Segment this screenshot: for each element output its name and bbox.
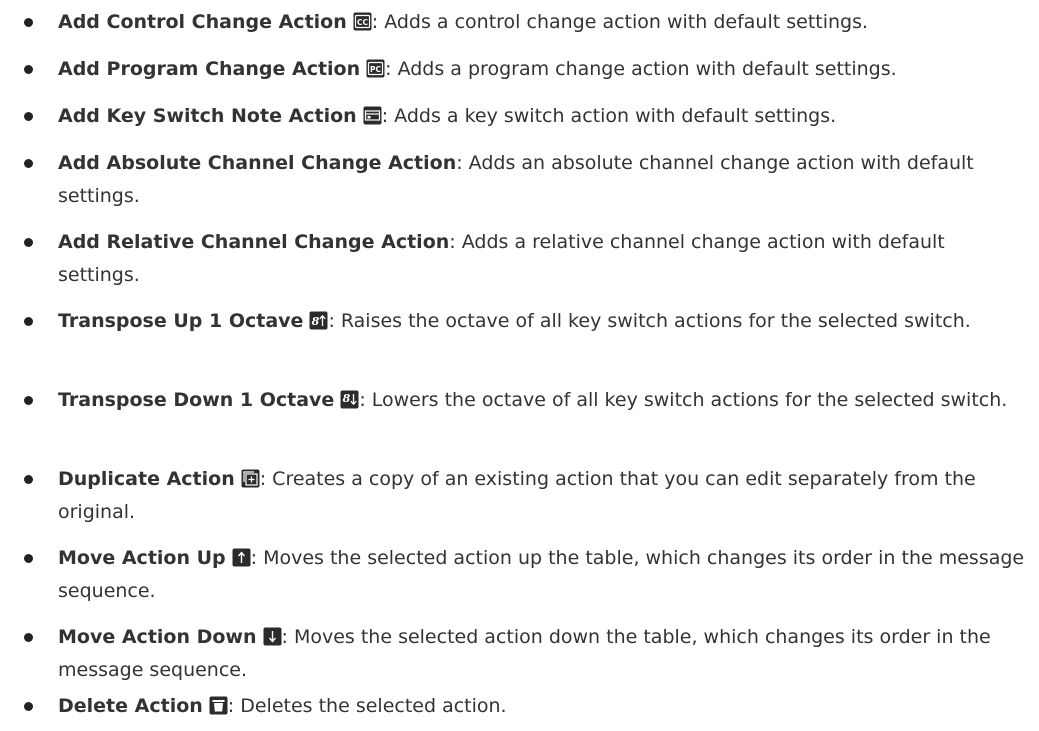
description: : Lowers the octave of all key switch ac… (359, 389, 1008, 411)
list-item-add-relative-channel-change: Add Relative Channel Change Action: Adds… (0, 226, 1039, 292)
bullet (24, 112, 33, 121)
list-item-delete-action: Delete Action : Deletes the selected act… (0, 690, 1039, 723)
term-label: Move Action Down (58, 626, 257, 648)
term-label: Duplicate Action (58, 468, 235, 490)
bullet (24, 238, 33, 247)
bullet (24, 633, 33, 642)
arrow-down-icon (263, 627, 282, 646)
description: : Raises the octave of all key switch ac… (328, 310, 971, 332)
term-label: Add Relative Channel Change Action (58, 231, 450, 253)
list-item-transpose-down: Transpose Down 1 Octave 8 : Lowers the o… (0, 384, 1039, 417)
description: : Adds a program change action with defa… (385, 58, 897, 80)
term-label: Move Action Up (58, 547, 226, 569)
bullet (24, 475, 33, 484)
duplicate-icon (241, 469, 260, 488)
document: Add Control Change Action CC : Adds a co… (0, 0, 1039, 731)
list-item-add-program-change: Add Program Change Action PC : Adds a pr… (0, 53, 1039, 86)
description: : Adds a key switch action with default … (381, 105, 837, 127)
list-item-move-action-up: Move Action Up : Moves the selected acti… (0, 542, 1039, 608)
list-item-add-absolute-channel-change: Add Absolute Channel Change Action: Adds… (0, 147, 1039, 213)
trash-icon (209, 696, 228, 715)
list-item-move-action-down: Move Action Down : Moves the selected ac… (0, 621, 1039, 687)
program-change-icon-label: PC (370, 65, 381, 74)
control-change-icon: CC (353, 12, 372, 31)
list-item-transpose-up: Transpose Up 1 Octave 8 : Raises the oct… (0, 305, 1039, 338)
description: : Adds a control change action with defa… (371, 11, 869, 33)
bullet (24, 554, 33, 563)
transpose-up-icon: 8 (309, 311, 328, 330)
list-item-duplicate-action: Duplicate Action : Creates a copy of an … (0, 463, 1039, 529)
term-label: Add Control Change Action (58, 11, 347, 33)
description: : Deletes the selected action. (227, 695, 507, 717)
program-change-icon: PC (366, 59, 385, 78)
term-label: Add Program Change Action (58, 58, 361, 80)
list-item-add-key-switch-note: Add Key Switch Note Action : Adds a key … (0, 100, 1039, 133)
term-label: Add Key Switch Note Action (58, 105, 357, 127)
term-label: Transpose Up 1 Octave (58, 310, 304, 332)
term-label: Add Absolute Channel Change Action (58, 152, 457, 174)
bullet (24, 702, 33, 711)
bullet (24, 18, 33, 27)
svg-text:8: 8 (312, 315, 320, 328)
term-label: Delete Action (58, 695, 203, 717)
key-switch-icon (363, 106, 382, 125)
arrow-up-icon (232, 548, 251, 567)
control-change-icon-label: CC (357, 18, 369, 27)
svg-text:8: 8 (343, 392, 351, 405)
bullet (24, 65, 33, 74)
bullet (24, 317, 33, 326)
bullet (24, 396, 33, 405)
transpose-down-icon: 8 (340, 390, 359, 409)
term-label: Transpose Down 1 Octave (58, 389, 335, 411)
bullet (24, 159, 33, 168)
list-item-add-control-change: Add Control Change Action CC : Adds a co… (0, 6, 1039, 39)
